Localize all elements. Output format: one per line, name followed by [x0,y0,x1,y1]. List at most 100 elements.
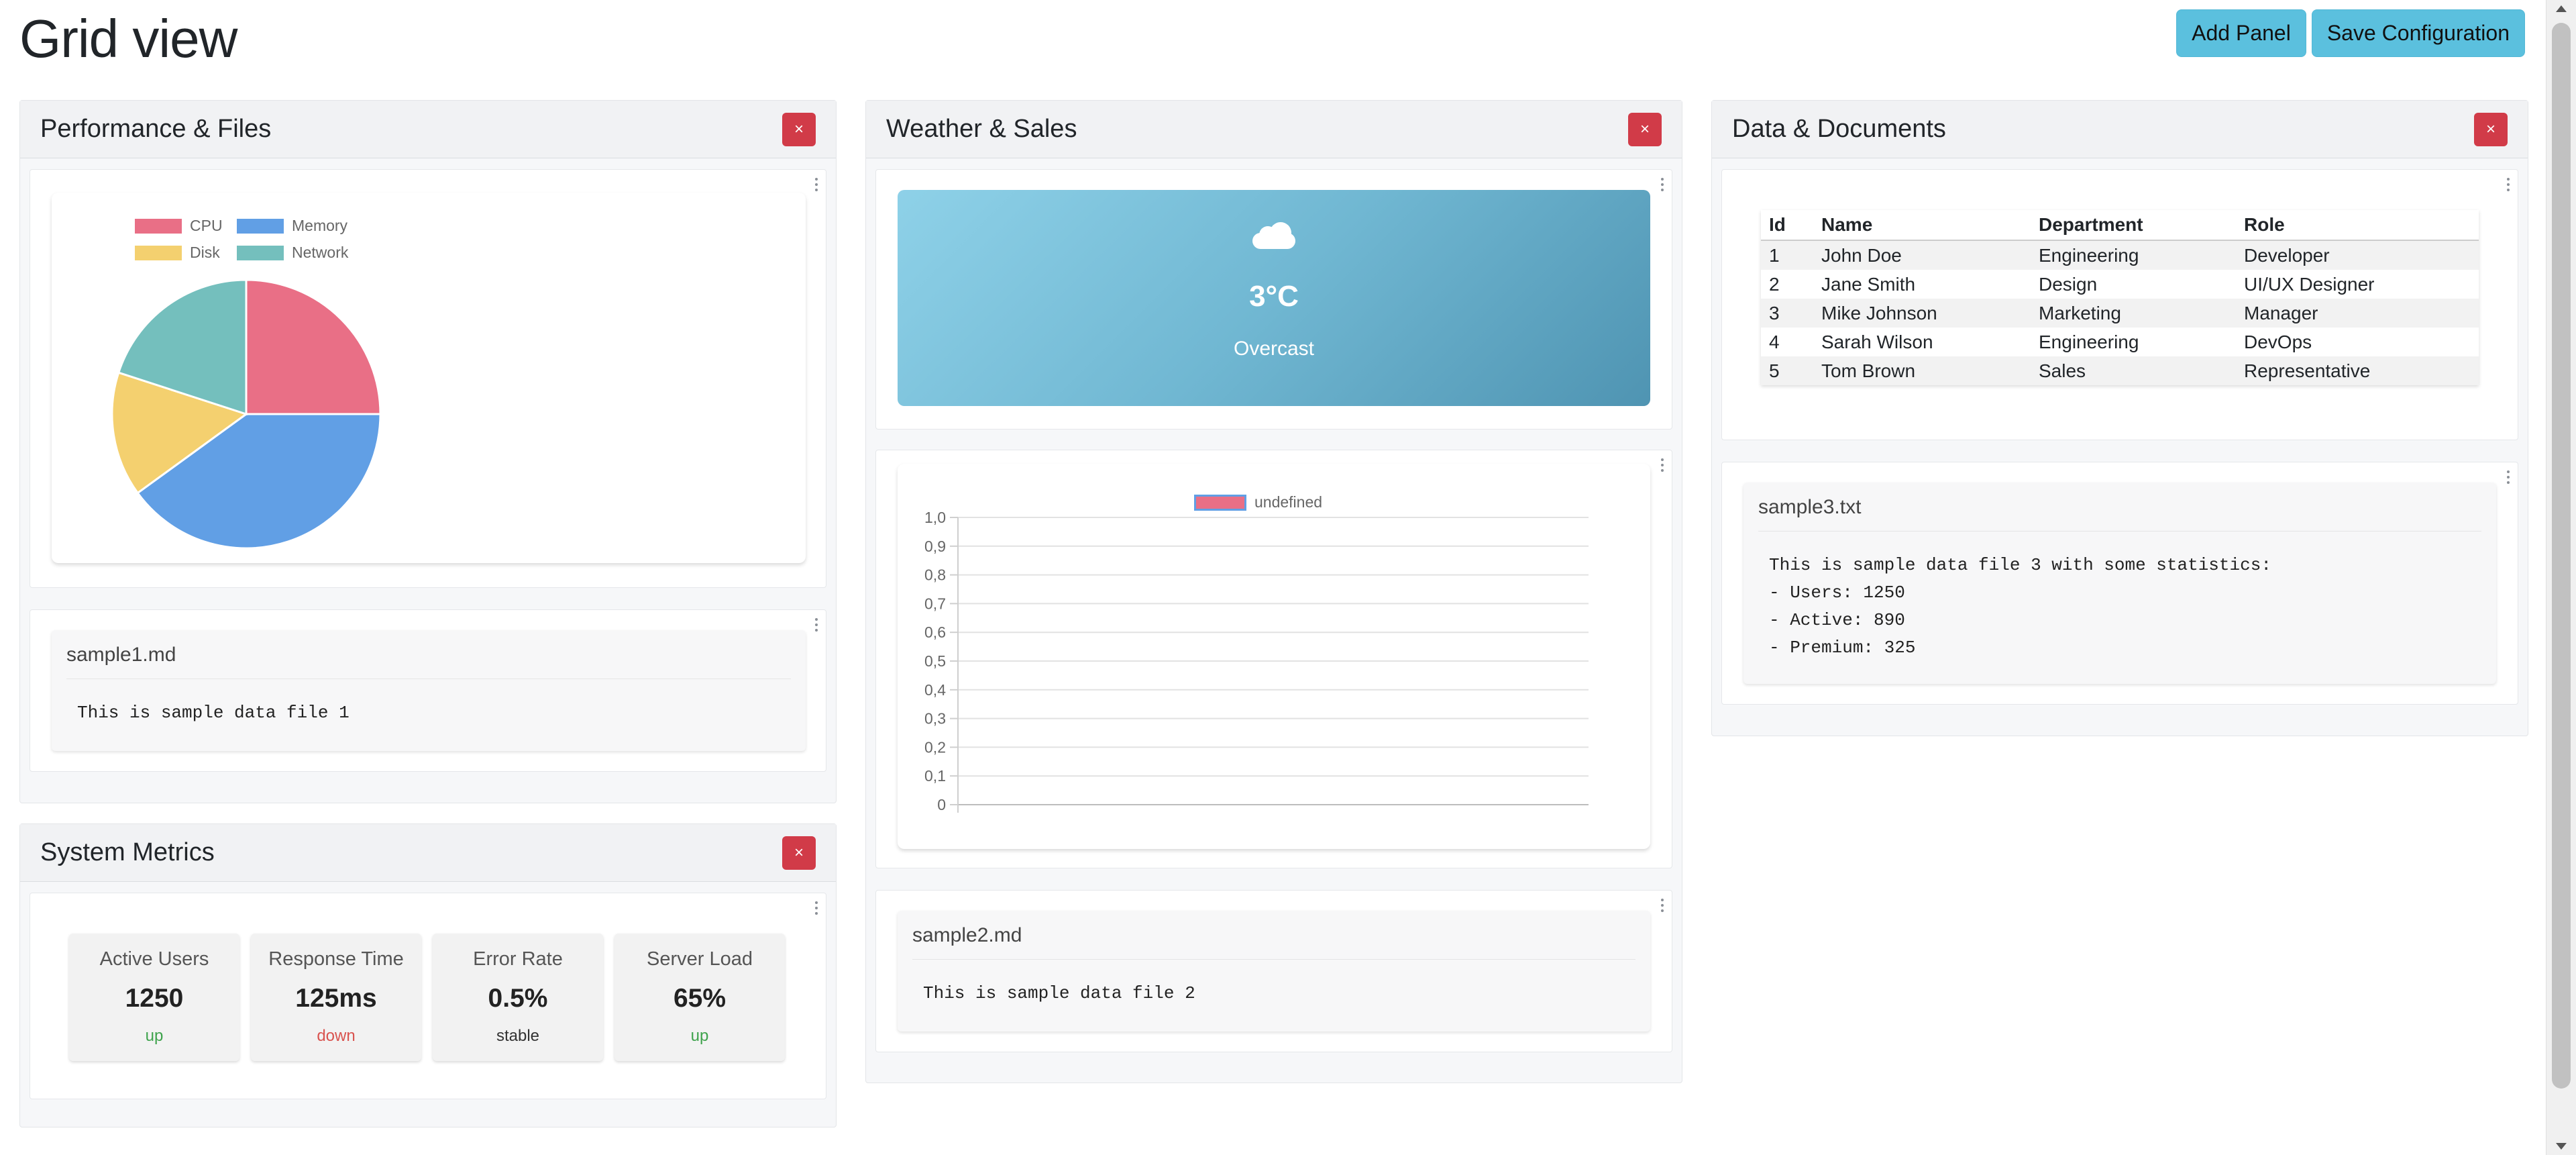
scroll-thumb[interactable] [2552,23,2571,1089]
sales-chart: 1,0 0,9 0,8 0,7 0,6 0,5 0,4 0,3 0,2 0,1 0 [924,509,1589,813]
y-tick-label: 0,7 [924,595,946,612]
widget-menu-icon[interactable] [1661,899,1665,912]
widget-menu-icon[interactable] [815,618,819,632]
y-tick-label: 0,1 [924,767,946,785]
weather-condition: Overcast [1233,338,1315,360]
panel-title: Data & Documents [1732,115,1946,143]
panel-header[interactable]: Performance & Files × [20,101,836,158]
file-card: sample2.md This is sample data file 2 [898,911,1650,1032]
column-header-id[interactable]: Id [1761,210,1813,241]
metric-value: 65% [673,984,727,1013]
save-configuration-button[interactable]: Save Configuration [2311,9,2525,57]
sales-chart-card: undefined 1,0 0,9 0,8 0,7 0,6 0,5 0,4 0,3 0,2 0,1… [898,464,1650,849]
file-content: This is sample data file 2 [923,983,1195,1003]
y-tick-label: 0,5 [924,652,946,670]
table-cell: Sarah Wilson [1813,328,2031,356]
legend-label: CPU [190,217,223,234]
close-panel-button[interactable]: × [1628,112,1662,146]
metric-trend: up [690,1027,709,1045]
legend-swatch [237,245,284,260]
legend-item-memory: Memory [237,217,347,235]
y-tick-label: 1,0 [924,509,946,526]
metrics-widget: Active Users 1250 up Response Time 125ms… [30,893,826,1099]
table-cell: Mike Johnson [1813,299,2031,328]
panel-title: Weather & Sales [886,115,1077,143]
close-panel-button[interactable]: × [782,112,816,146]
scroll-up-icon[interactable] [2556,5,2567,12]
close-panel-button[interactable]: × [2474,112,2508,146]
close-panel-button[interactable]: × [782,836,816,870]
file-content: This is sample data file 1 [77,703,350,723]
weather-widget: 3°C Overcast [875,169,1672,430]
file-name: sample1.md [66,644,791,679]
panel-weather-sales: Weather & Sales × 3°C Overcast undefined [865,100,1682,1083]
cloud-icon [1252,222,1295,249]
panel-title: System Metrics [40,838,215,866]
file-line: This is sample data file 3 with some sta… [1769,555,2271,575]
y-tick-label: 0,6 [924,623,946,641]
metric-value: 1250 [125,984,184,1013]
table-row[interactable]: 2 Jane Smith Design UI/UX Designer [1761,270,2479,299]
table-row[interactable]: 3 Mike Johnson Marketing Manager [1761,299,2479,328]
panel-data-documents: Data & Documents × Id Name Department Ro… [1711,100,2528,736]
metric-trend: stable [496,1027,540,1045]
table-cell: Jane Smith [1813,270,2031,299]
file-line: - Premium: 325 [1769,638,1916,658]
metric-card-active-users: Active Users 1250 up [69,934,239,1061]
page-scrollbar[interactable] [2546,0,2576,1155]
widget-menu-icon[interactable] [815,901,819,915]
widget-menu-icon[interactable] [2507,470,2511,484]
legend-item-network: Network [237,244,348,262]
table-cell: 4 [1761,328,1813,356]
data-table-card: Id Name Department Role 1 John Doe Engin… [1761,210,2479,385]
panel-header[interactable]: Data & Documents × [1712,101,2528,158]
legend-label: Network [292,244,349,261]
table-cell: DevOps [2236,328,2479,356]
table-row[interactable]: 1 John Doe Engineering Developer [1761,240,2479,270]
widget-menu-icon[interactable] [815,178,819,191]
metric-trend: up [145,1027,164,1045]
column-header-name[interactable]: Name [1813,210,2031,241]
table-cell: 1 [1761,240,1813,270]
y-tick-label: 0,3 [924,710,946,727]
pie-slice-cpu[interactable] [245,279,382,415]
table-cell: Representative [2236,356,2479,385]
table-cell: Sales [2031,356,2236,385]
column-header-role[interactable]: Role [2236,210,2479,241]
table-widget: Id Name Department Role 1 John Doe Engin… [1721,169,2518,440]
table-row[interactable]: 4 Sarah Wilson Engineering DevOps [1761,328,2479,356]
panel-title: Performance & Files [40,115,272,143]
metric-label: Response Time [268,948,404,970]
metric-label: Active Users [99,948,209,970]
file-name: sample3.txt [1758,496,2481,532]
legend-label: Memory [292,217,348,234]
weather-temperature: 3°C [1249,280,1299,313]
file-name: sample2.md [912,924,1635,960]
metric-label: Error Rate [473,948,563,970]
pie-chart-card: CPU Memory Disk Network [52,193,806,563]
legend-label: Disk [190,244,220,261]
panel-header[interactable]: System Metrics × [20,824,836,882]
panel-header[interactable]: Weather & Sales × [866,101,1682,158]
table-cell: UI/UX Designer [2236,270,2479,299]
dashboard-page: Grid view Add Panel Save Configuration P… [0,0,2546,1155]
y-tick-label: 0,4 [924,681,946,699]
metric-value: 125ms [295,984,377,1013]
widget-menu-icon[interactable] [2507,178,2511,191]
file-card: sample1.md This is sample data file 1 [52,630,806,751]
table-cell: 5 [1761,356,1813,385]
metric-card-error-rate: Error Rate 0.5% stable [433,934,603,1061]
column-header-department[interactable]: Department [2031,210,2236,241]
add-panel-button[interactable]: Add Panel [2176,9,2306,57]
scroll-down-icon[interactable] [2556,1143,2567,1150]
metric-value: 0.5% [488,984,548,1013]
file-line: - Active: 890 [1769,610,1905,630]
widget-menu-icon[interactable] [1661,458,1665,472]
widget-menu-icon[interactable] [1661,178,1665,191]
metric-card-response-time: Response Time 125ms down [251,934,421,1061]
file-card: sample3.txt This is sample data file 3 w… [1743,483,2496,684]
table-row[interactable]: 5 Tom Brown Sales Representative [1761,356,2479,385]
table-cell: 2 [1761,270,1813,299]
panel-system-metrics: System Metrics × Active Users 1250 up Re… [19,823,837,1127]
legend-swatch [237,218,284,234]
